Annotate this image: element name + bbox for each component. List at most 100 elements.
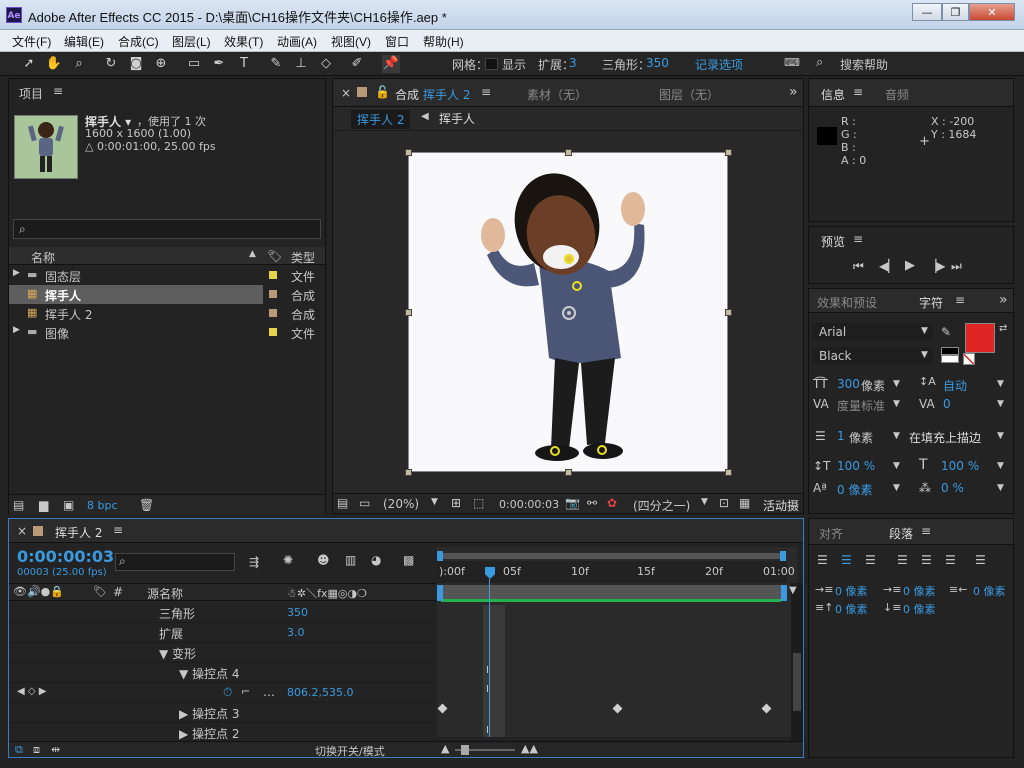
handle-bottom[interactable] [565, 469, 572, 476]
layer-tab[interactable]: 图层（无） [659, 86, 719, 103]
zoom-out-icon[interactable]: ▲ [441, 742, 449, 755]
safe-margins-icon[interactable]: ⊞ [451, 496, 461, 510]
label-column-icon[interactable]: 🏷 [267, 249, 282, 263]
tsume-value[interactable]: 0 % [941, 481, 964, 495]
stroke-mode-dropdown[interactable]: 在填充上描边 [909, 429, 981, 446]
menu-layer[interactable]: 图层(L) [172, 33, 211, 50]
menu-edit[interactable]: 编辑(E) [64, 33, 104, 50]
next-frame-icon[interactable]: ▕▶ [927, 259, 945, 273]
crumb-active[interactable]: 挥手人 2 [351, 110, 411, 129]
tracking-value[interactable]: 0 [943, 397, 951, 411]
brush-tool-icon[interactable]: ✎ [267, 55, 285, 73]
menu-composition[interactable]: 合成(C) [118, 33, 159, 50]
menu-help[interactable]: 帮助(H) [423, 33, 464, 50]
kerning-value[interactable]: 度量标准 [837, 397, 885, 414]
triangle-value[interactable]: 350 [646, 56, 669, 70]
eyedropper-icon[interactable]: ✎ [941, 325, 951, 339]
panel-menu-icon[interactable]: ≡ [921, 524, 931, 538]
trash-icon[interactable]: 🗑 [139, 498, 154, 512]
expand-value[interactable]: 3 [569, 56, 577, 70]
footage-tab[interactable]: 素材（无） [527, 86, 587, 103]
expand-arrow-icon[interactable]: ▶ [13, 325, 20, 335]
waving-character-icon[interactable] [409, 153, 729, 473]
zoom-in-icon[interactable]: ▲▲ [521, 742, 538, 755]
work-area-start-handle[interactable] [437, 551, 443, 561]
graph-icon[interactable]: ⌐ [241, 685, 250, 698]
color-channel-icon[interactable]: ✿ [607, 496, 617, 510]
monitor-icon[interactable]: ▭ [359, 496, 370, 510]
timeline-row[interactable]: ◀ ◇ ▶ ⏱ ⌐ … 806.2,535.0 [9, 683, 437, 703]
crumb-parent[interactable]: 挥手人 [439, 110, 475, 127]
new-folder-icon[interactable]: ▆ [39, 498, 48, 512]
label-color-swatch[interactable] [269, 328, 277, 336]
active-camera-dropdown[interactable]: 活动摄 [763, 497, 799, 514]
always-preview-icon[interactable]: ▤ [337, 496, 348, 510]
stopwatch-icon[interactable]: ⏱ [223, 685, 232, 700]
list-item[interactable]: ▶ ▬ 固态层 [9, 266, 263, 285]
resolution-dropdown[interactable]: (四分之一) [633, 497, 690, 514]
indent-left-value[interactable]: 0 像素 [835, 583, 868, 599]
property-value[interactable]: 3.0 [287, 626, 305, 639]
label-column-icon[interactable]: 🏷 [93, 585, 107, 598]
lock-icon[interactable]: 🔓 [375, 85, 390, 99]
list-item[interactable]: ▦ 挥手人 [9, 285, 263, 304]
baseline-shift-value[interactable]: 0 像素 [837, 481, 872, 498]
type-tool-icon[interactable]: T [235, 55, 253, 73]
puppet-pin-tool-icon[interactable]: 📌 [382, 55, 400, 73]
chevron-down-icon[interactable]: ▼ [893, 431, 900, 441]
timeline-row[interactable]: ▶ 操控点 2 [9, 723, 437, 743]
search-help-field[interactable]: 搜索帮助 [840, 56, 888, 73]
chevron-down-icon[interactable]: ▼ [893, 461, 900, 471]
white-swatch[interactable] [941, 355, 959, 363]
menu-window[interactable]: 窗口 [385, 33, 409, 50]
timeline-row[interactable]: 扩展 3.0 [9, 623, 437, 643]
keyframe-1[interactable] [612, 703, 623, 714]
timeline-marker-icon[interactable]: ▼ [789, 585, 797, 596]
stroke-width-value[interactable]: 1 [837, 429, 845, 443]
pen-tool-icon[interactable]: ✒ [210, 55, 228, 73]
chevron-down-icon[interactable]: ▼ [997, 461, 1004, 471]
chevron-down-icon[interactable]: ▼ [997, 379, 1004, 389]
show-snapshot-icon[interactable]: ⚯ [587, 496, 597, 510]
list-item[interactable]: ▶ ▬ 图像 [9, 323, 263, 342]
panel-menu-icon[interactable]: ≡ [853, 232, 863, 246]
maximize-button[interactable]: ❐ [942, 3, 969, 21]
frame-blending-icon[interactable]: ▥ [345, 553, 356, 567]
search-icon[interactable]: ⌕ [816, 55, 823, 70]
graph-editor-icon[interactable]: ▩ [403, 553, 414, 567]
panel-menu-icon[interactable]: ≡ [853, 85, 863, 99]
effects-presets-tab[interactable]: 效果和预设 [817, 294, 877, 311]
paragraph-tab[interactable]: 段落 [889, 525, 913, 542]
preview-tab[interactable]: 预览 [821, 233, 845, 250]
composition-tab-name[interactable]: 挥手人 2 [423, 86, 470, 103]
timeline-graph-area[interactable]: ):00f 05f 10f 15f 20f 01:00 I I I [437, 547, 797, 737]
align-tab[interactable]: 对齐 [819, 525, 843, 542]
timeline-row[interactable]: 三角形 350 [9, 603, 437, 623]
expand-arrow-icon[interactable]: ▶ [13, 268, 20, 278]
chevron-down-icon[interactable]: ▼ [431, 497, 438, 507]
draft-3d-icon[interactable]: ✺ [283, 553, 293, 567]
source-name-header[interactable]: 源名称 [147, 585, 183, 602]
roto-brush-tool-icon[interactable]: ✐ [348, 55, 366, 73]
zoom-tool-icon[interactable]: ⌕ [70, 55, 88, 73]
no-color-swatch[interactable] [963, 353, 975, 365]
layer-switches-icon[interactable]: ⧉ [15, 743, 23, 757]
vertical-scale-value[interactable]: 100 % [837, 459, 875, 473]
scrollbar-thumb[interactable] [793, 653, 801, 711]
play-icon[interactable]: ▶ [905, 258, 915, 273]
indent-right-value[interactable]: 0 像素 [973, 583, 1006, 599]
minimize-button[interactable]: — [912, 3, 942, 21]
workspace-icon[interactable]: ⌨ [784, 56, 800, 69]
property-value[interactable]: 350 [287, 606, 308, 619]
timeline-search-input[interactable] [115, 553, 235, 571]
mask-visibility-icon[interactable]: ⬚ [473, 496, 484, 510]
rotate-tool-icon[interactable]: ↻ [102, 55, 120, 73]
chevron-down-icon[interactable]: ▼ [701, 497, 708, 507]
name-column-header[interactable]: 名称 [31, 249, 55, 266]
comp-color-label[interactable] [33, 526, 43, 536]
current-time-display[interactable]: 0:00:00:03 [499, 498, 559, 511]
character-tab[interactable]: 字符 [919, 294, 943, 311]
chevron-down-icon[interactable]: ▼ [893, 483, 900, 493]
menu-animation[interactable]: 动画(A) [277, 33, 317, 50]
show-grid-checkbox[interactable] [485, 58, 498, 70]
